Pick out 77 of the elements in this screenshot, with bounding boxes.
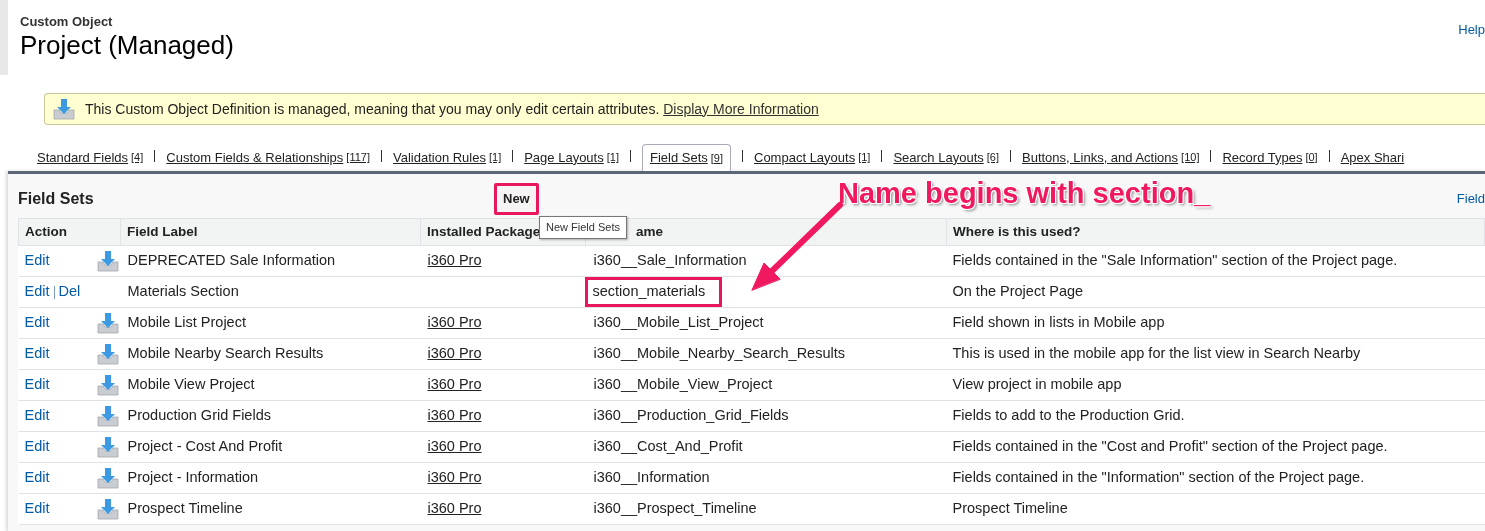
tab[interactable]: Search Layouts [6] — [893, 144, 999, 171]
row-action-link[interactable]: Edit — [24, 250, 50, 272]
column-header: Where is this used? — [946, 218, 1485, 246]
row-action-link[interactable]: Edit — [24, 281, 50, 303]
table-cell: Fields contained in the "Cost and Profit" section of the Project page. — [952, 438, 1388, 455]
tray-arrow-icon — [96, 343, 119, 365]
highlighted-name: section_materials — [584, 277, 723, 307]
annotation-text: Name begins with section_ — [838, 176, 1211, 211]
package-link[interactable]: i360 Pro — [427, 438, 482, 455]
tray-arrow-icon — [96, 436, 119, 458]
package-link[interactable]: i360 Pro — [427, 500, 482, 517]
table-cell: View project in mobile app — [952, 376, 1122, 393]
field-sets-link[interactable]: Field — [1456, 189, 1485, 209]
tab[interactable]: Validation Rules [1] — [393, 144, 502, 171]
table-cell: Prospect Timeline — [952, 500, 1068, 517]
tab[interactable]: Buttons, Links, and Actions [10] — [1022, 144, 1200, 171]
package-link[interactable]: i360 Pro — [427, 345, 482, 362]
table-cell-text: i360__Information — [592, 469, 710, 486]
table-cell: On the Project Page — [952, 283, 1084, 300]
tab[interactable]: Apex Shari — [1340, 144, 1405, 171]
table-cell: Fields to add to the Production Grid. — [952, 407, 1185, 424]
table-cell: Production Grid Fields — [127, 407, 271, 424]
page-title: Project (Managed) — [20, 30, 234, 60]
table-cell: Field shown in lists in Mobile app — [952, 314, 1165, 331]
table-cell: This is used in the mobile app for the list view in Search Nearby — [952, 345, 1361, 362]
row-action-link[interactable]: Edit — [24, 405, 50, 427]
tray-arrow-icon — [96, 467, 119, 489]
row-action-link[interactable]: Edit — [24, 374, 50, 396]
tray-arrow-icon — [53, 98, 75, 120]
tray-arrow-icon — [96, 405, 119, 427]
object-type-label: Custom Object — [20, 14, 114, 30]
table-cell: DEPRECATED Sale Information — [127, 252, 336, 269]
table-cell-text: i360__Prospect_Timeline — [592, 500, 757, 517]
table-cell: Mobile Nearby Search Results — [127, 345, 324, 362]
table-cell-text: i360__Mobile_Nearby_Search_Results — [592, 345, 845, 362]
package-link[interactable]: i360 Pro — [427, 252, 482, 269]
tab[interactable]: Compact Layouts [1] — [754, 144, 871, 171]
table-cell-text: i360__Cost_And_Profit — [592, 438, 743, 455]
table-cell: Mobile View Project — [127, 376, 255, 393]
table-cell-text: i360__Mobile_View_Project — [592, 376, 773, 393]
column-header: Action — [18, 218, 121, 246]
row-action-link[interactable]: Edit — [24, 467, 50, 489]
table-cell: Mobile List Project — [127, 314, 246, 331]
row-action-link[interactable]: Edit — [24, 436, 50, 458]
row-action-link[interactable]: Edit — [24, 312, 50, 334]
row-action-link[interactable]: Del — [58, 281, 81, 303]
tooltip: New Field Sets — [539, 216, 627, 239]
tab[interactable]: Page Layouts [1] — [524, 144, 619, 171]
tab[interactable]: Custom Fields & Relationships [117] — [166, 144, 370, 171]
notice-text: This Custom Object Definition is managed, meaning that you may only edit certain attributes. Display More Information — [85, 99, 819, 119]
help-link[interactable]: Help — [1458, 20, 1485, 60]
table-cell: Project - Information — [127, 469, 259, 486]
tab[interactable]: Record Types [0] — [1222, 144, 1318, 171]
table-cell-text: i360__Mobile_List_Project — [592, 314, 764, 331]
tray-arrow-icon — [96, 374, 119, 396]
table-cell: Prospect Timeline — [127, 500, 243, 517]
table-cell: Fields contained in the "Information" section of the Project page. — [952, 469, 1365, 486]
table-cell: Materials Section — [127, 283, 239, 300]
tab[interactable]: Field Sets [9] — [641, 144, 731, 171]
panel-title: Field Sets — [18, 189, 95, 209]
tray-arrow-icon — [96, 498, 119, 520]
table-cell-text: i360__Production_Grid_Fields — [592, 407, 789, 424]
new-button[interactable]: New — [494, 183, 539, 215]
more-info-link[interactable]: Display More Information — [663, 100, 819, 117]
package-link[interactable]: i360 Pro — [427, 407, 482, 424]
row-action-link[interactable]: Edit — [24, 498, 50, 520]
row-action-link[interactable]: Edit — [24, 343, 50, 365]
column-header: Field Label — [120, 218, 421, 246]
table-cell: Project - Cost And Profit — [127, 438, 283, 455]
package-link[interactable]: i360 Pro — [427, 376, 482, 393]
package-link[interactable]: i360 Pro — [427, 469, 482, 486]
table-cell: Fields contained in the "Sale Information" section of the Project page. — [952, 252, 1398, 269]
tray-arrow-icon — [96, 250, 119, 272]
tray-arrow-icon — [96, 312, 119, 334]
package-link[interactable]: i360 Pro — [427, 314, 482, 331]
tab[interactable]: Standard Fields [4] — [37, 144, 144, 171]
table-cell-text: i360__Sale_Information — [592, 252, 747, 269]
